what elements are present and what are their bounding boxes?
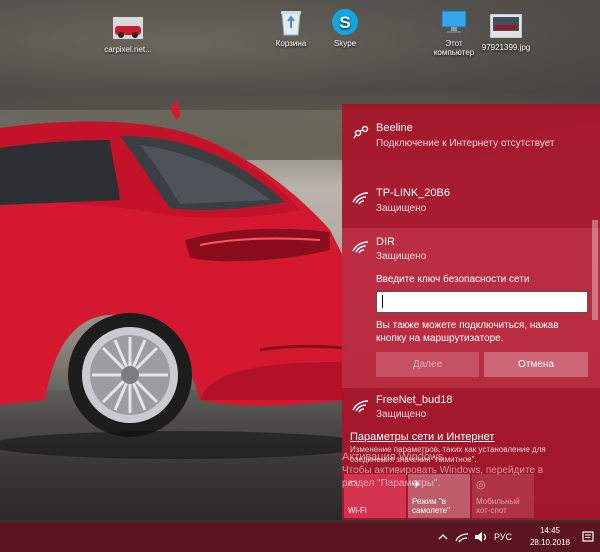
- no-internet-icon: [353, 125, 369, 139]
- svg-text:S: S: [339, 13, 350, 32]
- network-status: Защищено: [376, 203, 427, 214]
- recycle-bin-icon: [275, 8, 307, 36]
- desktop-icon-label: carpixel.net...: [104, 45, 152, 54]
- clock-time: 14:45: [539, 526, 561, 535]
- watermark-title: Активация Windows: [342, 451, 444, 463]
- wallpaper-car: [0, 100, 345, 459]
- taskbar-clock[interactable]: 14:45 28.10.2018: [520, 525, 580, 549]
- computer-icon: [438, 8, 470, 36]
- text-cursor: [382, 295, 383, 308]
- security-key-prompt: Введите ключ безопасности сети: [376, 274, 530, 285]
- watermark-line: раздел "Параметры".: [342, 478, 441, 489]
- network-item-beeline[interactable]: Beeline Подключение к Интернету отсутств…: [342, 114, 600, 164]
- wifi-secured-icon: [352, 400, 369, 413]
- router-button-hint: Вы также можете подключиться, нажав кноп…: [376, 320, 559, 344]
- next-button[interactable]: Далее: [376, 352, 479, 377]
- security-key-input[interactable]: [376, 291, 588, 313]
- network-status: Защищено: [376, 409, 427, 420]
- input-language-indicator[interactable]: РУС: [494, 522, 512, 552]
- network-name: Beeline: [376, 122, 413, 134]
- clock-date: 28.10.2018: [529, 538, 571, 547]
- network-name: FreeNet_bud18: [376, 394, 453, 406]
- wifi-secured-icon: [352, 241, 369, 254]
- taskbar: РУС 14:45 28.10.2018: [0, 522, 600, 552]
- desktop-icon-skype[interactable]: S Skype: [313, 8, 377, 48]
- flyout-scrollbar[interactable]: [592, 220, 598, 320]
- desktop-icon-label: Skype: [333, 39, 357, 48]
- watermark-line: Чтобы активировать Windows, перейдите в: [342, 465, 544, 476]
- desktop-icon-label: 97921399.jpg: [481, 43, 531, 52]
- network-status: Подключение к Интернету отсутствует: [376, 138, 555, 149]
- network-settings-link[interactable]: Параметры сети и Интернет: [350, 431, 494, 443]
- network-tray-icon[interactable]: [455, 522, 469, 552]
- tile-label: Режим "в самолете": [412, 497, 450, 515]
- desktop-icon-carpixel[interactable]: carpixel.net...: [96, 14, 160, 54]
- desktop-icon-jpg[interactable]: 97921399.jpg: [474, 12, 538, 52]
- volume-icon[interactable]: [474, 522, 488, 552]
- show-hidden-icons-icon[interactable]: [438, 522, 448, 552]
- cancel-button[interactable]: Отмена: [484, 352, 588, 377]
- tile-label: Мобильный хот-спот: [476, 497, 520, 515]
- network-item-freenet[interactable]: FreeNet_bud18 Защищено: [342, 389, 600, 427]
- notification-center-icon[interactable]: [582, 522, 594, 552]
- skype-icon: S: [329, 8, 361, 36]
- network-name: TP-LINK_20B6: [376, 187, 450, 199]
- wifi-secured-icon: [352, 192, 369, 205]
- network-name: DIR: [376, 236, 395, 248]
- tile-label: Wi-Fi: [348, 506, 367, 515]
- activation-watermark: Активация Windows Чтобы активировать Win…: [342, 451, 543, 490]
- network-item-tplink[interactable]: TP-LINK_20B6 Защищено: [342, 179, 600, 225]
- image-file-icon: [490, 12, 522, 40]
- network-status: Защищено: [376, 251, 427, 262]
- image-file-icon: [112, 14, 144, 42]
